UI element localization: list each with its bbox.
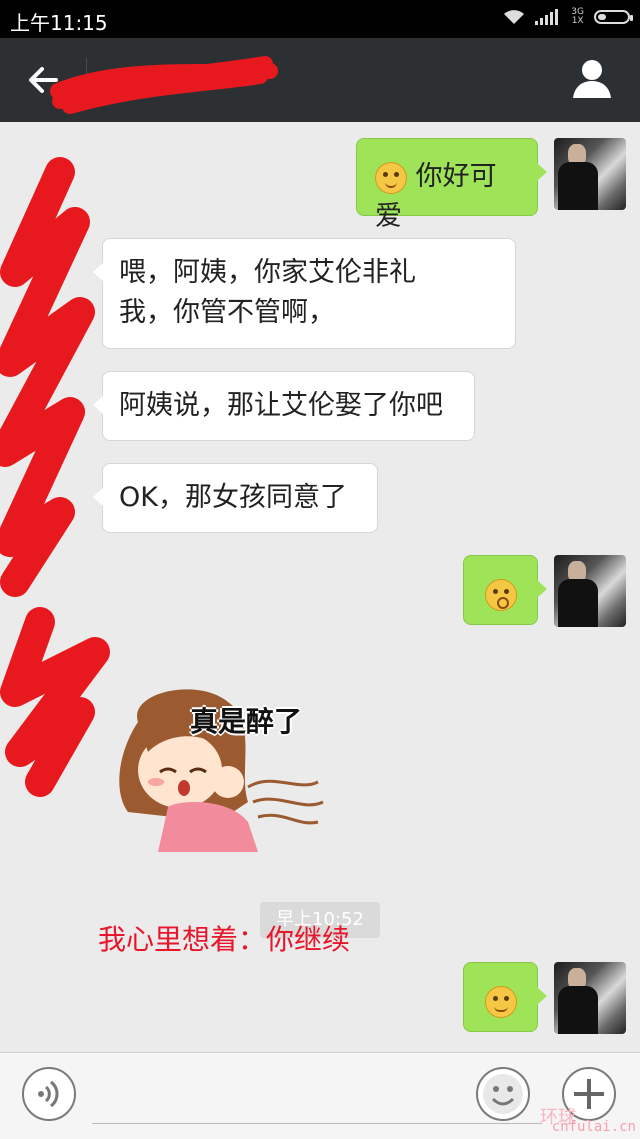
wifi-icon xyxy=(504,10,525,24)
voice-button[interactable] xyxy=(22,1067,76,1121)
person-icon[interactable] xyxy=(570,56,614,100)
title-redaction xyxy=(50,56,278,114)
battery-icon xyxy=(594,10,633,24)
signal-icon xyxy=(535,9,559,25)
yum-emoji-icon xyxy=(375,161,407,194)
message-text-line2: 我，你管不管啊， xyxy=(119,297,335,328)
message-text: 阿姨说，那让艾伦娶了你吧 xyxy=(119,390,443,421)
surprised-emoji-icon xyxy=(485,578,517,611)
input-bar: 环球 cnfulai.cn xyxy=(0,1052,640,1139)
incoming-message[interactable]: 喂，阿姨，你家艾伦非礼 我，你管不管啊， xyxy=(93,238,516,349)
watermark-text: cnfulai.cn xyxy=(551,1119,636,1135)
message-input[interactable] xyxy=(92,1123,542,1124)
voice-icon xyxy=(38,1080,59,1108)
status-time: 上午11:15 xyxy=(10,11,108,35)
avatar[interactable] xyxy=(554,962,626,1034)
emoji-button[interactable] xyxy=(476,1067,530,1121)
outgoing-message[interactable]: 你好可爱 xyxy=(356,138,547,232)
status-bar: 上午11:15 3G 1X xyxy=(0,0,640,38)
smirk-emoji-icon xyxy=(485,985,517,1018)
outgoing-message[interactable] xyxy=(463,555,547,625)
chat-header xyxy=(0,38,640,122)
chat-area[interactable]: 你好可爱 喂，阿姨，你家艾伦非礼 我，你管不管啊， 阿姨说，那让艾伦娶了你吧 O… xyxy=(0,122,640,1052)
incoming-message[interactable]: OK，那女孩同意了 xyxy=(93,463,378,533)
message-text-line1: 喂，阿姨，你家艾伦非礼 xyxy=(119,257,416,288)
message-text: OK，那女孩同意了 xyxy=(119,482,347,513)
avatar[interactable] xyxy=(554,555,626,627)
smiley-icon xyxy=(483,1074,523,1114)
network-type: 3G 1X xyxy=(571,7,584,26)
incoming-message[interactable]: 阿姨说，那让艾伦娶了你吧 xyxy=(93,371,475,441)
avatar[interactable] xyxy=(554,138,626,210)
overlay-caption: 我心里想着：你继续 xyxy=(98,923,351,956)
outgoing-message[interactable] xyxy=(463,962,547,1032)
sticker-text: 真是醉了 xyxy=(190,705,303,738)
